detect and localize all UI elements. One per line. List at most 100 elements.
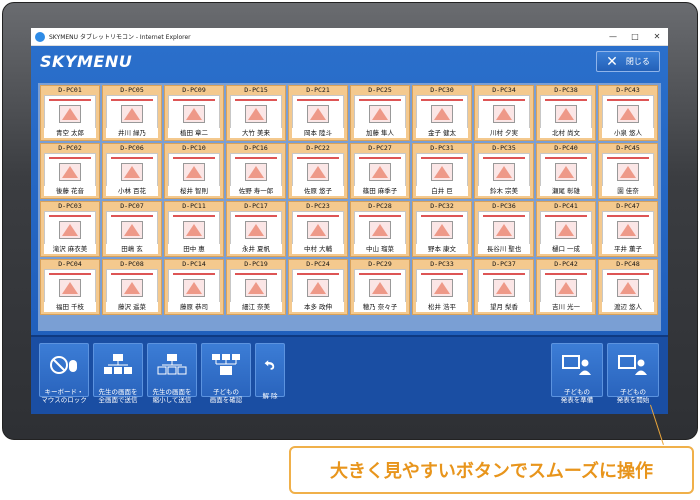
student-tile[interactable]: D-PC11 田中 惠 (164, 201, 224, 257)
screen-thumbnail (602, 153, 654, 187)
student-name: 福田 千枝 (44, 302, 96, 312)
student-tile[interactable]: D-PC34 川村 夕実 (474, 85, 534, 141)
student-tile[interactable]: D-PC43 小泉 悠人 (598, 85, 658, 141)
thumbnail-header (359, 215, 401, 217)
screen-thumbnail (416, 211, 468, 245)
presenter-start-icon (618, 355, 647, 375)
student-tile[interactable]: D-PC22 佐原 悠子 (288, 143, 348, 199)
student-tile[interactable]: D-PC35 鈴木 宗美 (474, 143, 534, 199)
student-tile[interactable]: D-PC14 藤原 恭司 (164, 259, 224, 315)
close-button-label: 閉じる (625, 57, 650, 66)
student-tile[interactable]: D-PC47 平井 薫子 (598, 201, 658, 257)
student-tile[interactable]: D-PC02 後藤 花音 (40, 143, 100, 199)
student-tile[interactable]: D-PC09 植田 章二 (164, 85, 224, 141)
thumbnail-triangle (62, 282, 78, 294)
screen-thumbnail (416, 153, 468, 187)
thumbnail-triangle (372, 108, 388, 120)
student-tile[interactable]: D-PC25 加藤 隼人 (350, 85, 410, 141)
thumbnail-triangle (310, 108, 326, 120)
student-name: 加藤 隼人 (354, 128, 406, 138)
thumbnail-triangle (62, 166, 78, 178)
student-name: 篠田 麻季子 (354, 186, 406, 196)
screen-thumbnail (540, 153, 592, 187)
student-grid-area: D-PC01 青空 太郎 D-PC05 井川 緑乃 D-PC09 植田 章二 D-PC15 大… (38, 83, 661, 331)
screen-thumbnail (168, 153, 220, 187)
start-presentation-label: 子どもの 発表を開始 (616, 388, 650, 404)
window-title: SKYMENU タブレットリモコン - Internet Explorer (49, 34, 191, 41)
student-tile[interactable]: D-PC06 小林 百花 (102, 143, 162, 199)
screen-thumbnail (478, 269, 530, 303)
student-tile[interactable]: D-PC19 細江 奈美 (226, 259, 286, 315)
student-name: 松井 浩平 (416, 302, 468, 312)
student-tile[interactable]: D-PC15 大竹 美来 (226, 85, 286, 141)
pc-id: D-PC40 (554, 144, 578, 152)
student-tile[interactable]: D-PC17 永井 夏帆 (226, 201, 286, 257)
maximize-button[interactable]: □ (624, 28, 646, 46)
student-tile[interactable]: D-PC03 滝沢 麻衣美 (40, 201, 100, 257)
student-tile[interactable]: D-PC27 篠田 麻季子 (350, 143, 410, 199)
student-tile[interactable]: D-PC16 佐野 寿一郎 (226, 143, 286, 199)
release-button[interactable] (255, 343, 285, 397)
thumbnail-triangle (558, 166, 574, 178)
thumbnail-header (173, 99, 215, 101)
pc-id: D-PC45 (616, 144, 640, 152)
screen-thumbnail (540, 269, 592, 303)
thumbnail-triangle (434, 282, 450, 294)
student-tile[interactable]: D-PC24 本多 政伸 (288, 259, 348, 315)
student-tile[interactable]: D-PC41 樋口 一成 (536, 201, 596, 257)
student-tile[interactable]: D-PC21 岡本 陸斗 (288, 85, 348, 141)
student-tile[interactable]: D-PC04 福田 千枝 (40, 259, 100, 315)
pc-id: D-PC30 (430, 86, 454, 94)
student-tile[interactable]: D-PC38 北村 尚文 (536, 85, 596, 141)
pc-id: D-PC35 (492, 144, 516, 152)
student-tile[interactable]: D-PC48 渡辺 悠人 (598, 259, 658, 315)
student-tile[interactable]: D-PC23 中村 大輔 (288, 201, 348, 257)
thumbnail-triangle (186, 166, 202, 178)
thumbnail-triangle (496, 224, 512, 236)
screen-thumbnail (168, 269, 220, 303)
window-close-button[interactable]: ✕ (646, 28, 668, 46)
student-tile[interactable]: D-PC32 野本 康文 (412, 201, 472, 257)
screen-thumbnail (292, 269, 344, 303)
thumbnail-triangle (434, 224, 450, 236)
student-tile[interactable]: D-PC36 長谷川 聖也 (474, 201, 534, 257)
pc-id: D-PC24 (306, 260, 330, 268)
pc-id: D-PC48 (616, 260, 640, 268)
screen-thumbnail (354, 269, 406, 303)
student-tile[interactable]: D-PC08 藤沢 遥菜 (102, 259, 162, 315)
screen-thumbnail (354, 153, 406, 187)
check-screens-label: 子どもの 画面を確認 (209, 388, 243, 404)
pc-id: D-PC31 (430, 144, 454, 152)
student-name: 白井 巨 (416, 186, 468, 196)
student-tile[interactable]: D-PC37 望月 梨香 (474, 259, 534, 315)
student-tile[interactable]: D-PC01 青空 太郎 (40, 85, 100, 141)
student-tile[interactable]: D-PC42 吉川 光一 (536, 259, 596, 315)
student-tile[interactable]: D-PC05 井川 緑乃 (102, 85, 162, 141)
thumbnail-header (545, 157, 587, 159)
student-tile[interactable]: D-PC10 桜井 智則 (164, 143, 224, 199)
close-button[interactable]: ✕ 閉じる (596, 51, 660, 72)
student-tile[interactable]: D-PC07 田嶋 玄 (102, 201, 162, 257)
thumbnail-header (359, 99, 401, 101)
presenter-icon (562, 355, 591, 375)
student-name: 後藤 花音 (44, 186, 96, 196)
student-name: 滝沢 麻衣美 (44, 244, 96, 254)
screen-thumbnail (416, 95, 468, 129)
screen-thumbnail (602, 211, 654, 245)
window-titlebar: SKYMENU タブレットリモコン - Internet Explorer — … (31, 28, 668, 46)
thumbnail-header (49, 157, 91, 159)
student-tile[interactable]: D-PC45 園 佳奈 (598, 143, 658, 199)
screen-thumbnail (478, 153, 530, 187)
minimize-button[interactable]: — (602, 28, 624, 46)
student-tile[interactable]: D-PC40 瀬尾 彰雄 (536, 143, 596, 199)
screen-thumbnail (106, 269, 158, 303)
student-tile[interactable]: D-PC30 金子 健太 (412, 85, 472, 141)
student-tile[interactable]: D-PC33 松井 浩平 (412, 259, 472, 315)
thumbnail-header (111, 157, 153, 159)
thumbnail-header (483, 99, 525, 101)
student-tile[interactable]: D-PC28 中山 瑠菜 (350, 201, 410, 257)
student-tile[interactable]: D-PC29 穂乃 奈々子 (350, 259, 410, 315)
callout-text: 大きく見やすいボタンでスムーズに操作 (329, 461, 654, 482)
thumbnail-triangle (434, 108, 450, 120)
student-tile[interactable]: D-PC31 白井 巨 (412, 143, 472, 199)
